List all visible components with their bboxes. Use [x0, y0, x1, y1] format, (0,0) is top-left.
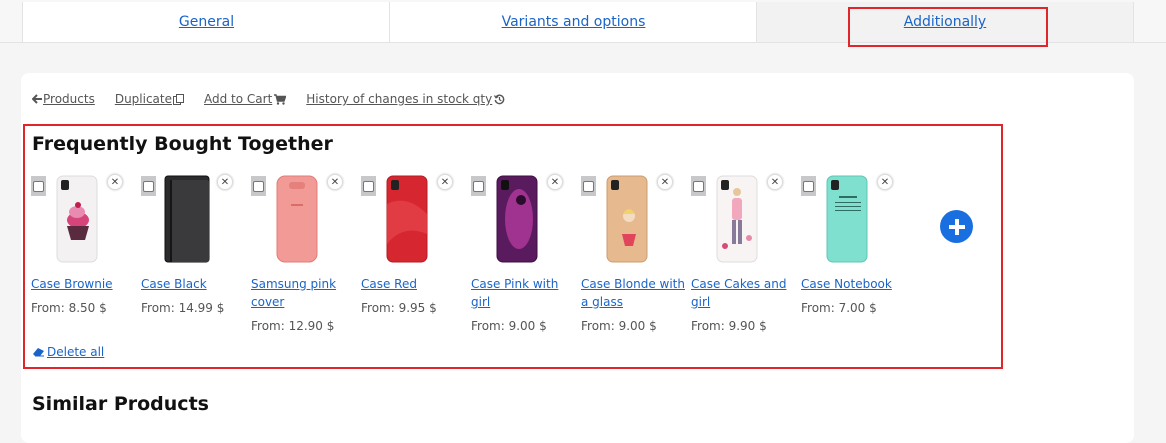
product-card: ✕ Case Brownie From: 8.50 $: [31, 170, 137, 335]
product-price: From: 9.00 $: [581, 319, 657, 333]
case-blonde-image[interactable]: [603, 174, 651, 264]
product-name-link[interactable]: Case Brownie: [31, 275, 137, 293]
add-to-cart-link[interactable]: Add to Cart: [204, 92, 287, 106]
remove-icon[interactable]: ✕: [547, 174, 563, 190]
duplicate-link-label: Duplicate: [114, 92, 172, 106]
select-checkbox[interactable]: [361, 176, 376, 196]
product-price: From: 9.90 $: [691, 319, 767, 333]
select-checkbox[interactable]: [31, 176, 46, 196]
remove-icon[interactable]: ✕: [877, 174, 893, 190]
product-price: From: 14.99 $: [141, 301, 225, 315]
case-cakes-girl-image[interactable]: [713, 174, 761, 264]
case-notebook-image[interactable]: [823, 174, 871, 264]
product-name-link[interactable]: Case Red: [361, 275, 467, 293]
product-name-link[interactable]: Case Notebook: [801, 275, 907, 293]
stock-history-label: History of changes in stock qty: [306, 92, 493, 106]
tab-variants-label: Variants and options: [501, 14, 646, 30]
select-checkbox[interactable]: [251, 176, 266, 196]
arrow-left-icon: [32, 94, 42, 104]
product-card: ✕ Samsung pink cover From: 12.90 $: [251, 170, 357, 335]
product-price: From: 9.95 $: [361, 301, 437, 315]
product-card: ✕ Case Black From: 14.99 $: [141, 170, 247, 335]
eraser-icon: [33, 348, 44, 357]
plus-icon: [948, 218, 965, 235]
product-card: ✕ Case Pink with girl From: 9.00 $: [471, 170, 577, 335]
select-checkbox[interactable]: [471, 176, 486, 196]
product-card: ✕ Case Blonde with a glass From: 9.00 $: [581, 170, 687, 335]
remove-icon[interactable]: ✕: [217, 174, 233, 190]
product-card: ✕ Case Red From: 9.95 $: [361, 170, 467, 335]
product-name-link[interactable]: Samsung pink cover: [251, 275, 357, 311]
stock-history-link[interactable]: History of changes in stock qty: [306, 92, 505, 106]
product-price: From: 7.00 $: [801, 301, 877, 315]
products-link[interactable]: Products: [32, 92, 95, 106]
product-price: From: 12.90 $: [251, 319, 335, 333]
tab-general-label: General: [178, 14, 235, 30]
tab-bar: General Variants and options Additionall…: [0, 0, 1166, 43]
select-checkbox[interactable]: [141, 176, 156, 196]
product-card: ✕ Case Notebook From: 7.00 $: [801, 170, 907, 335]
products-link-label: Products: [43, 92, 95, 106]
copy-icon: [173, 93, 184, 105]
product-price: From: 9.00 $: [471, 319, 547, 333]
add-product-button[interactable]: [940, 210, 973, 243]
samsung-pink-cover-image[interactable]: [273, 174, 321, 264]
frequently-bought-together-title: Frequently Bought Together: [32, 133, 333, 155]
remove-icon[interactable]: ✕: [107, 174, 123, 190]
remove-icon[interactable]: ✕: [767, 174, 783, 190]
select-checkbox[interactable]: [801, 176, 816, 196]
duplicate-link[interactable]: Duplicate: [115, 92, 184, 106]
select-checkbox[interactable]: [581, 176, 596, 196]
select-checkbox[interactable]: [691, 176, 706, 196]
case-brownie-image[interactable]: [53, 174, 101, 264]
history-icon: [494, 94, 505, 104]
product-name-link[interactable]: Case Cakes and girl: [691, 275, 797, 311]
product-toolbar: Products Duplicate Add to Cart History o…: [32, 90, 525, 108]
delete-all-label: Delete all: [47, 345, 105, 359]
add-to-cart-label: Add to Cart: [204, 92, 273, 106]
product-name-link[interactable]: Case Pink with girl: [471, 275, 577, 311]
case-pink-girl-image[interactable]: [493, 174, 541, 264]
remove-icon[interactable]: ✕: [657, 174, 673, 190]
product-name-link[interactable]: Case Black: [141, 275, 247, 293]
remove-icon[interactable]: ✕: [327, 174, 343, 190]
delete-all-link[interactable]: Delete all: [32, 345, 104, 359]
tab-additionally[interactable]: Additionally: [756, 2, 1134, 42]
tab-variants-and-options[interactable]: Variants and options: [389, 2, 757, 42]
cart-icon: [274, 93, 287, 105]
case-black-image[interactable]: [163, 174, 211, 264]
tab-additionally-label: Additionally: [903, 14, 987, 30]
product-card: ✕ Case Cakes and girl From: 9.90 $: [691, 170, 797, 335]
case-red-image[interactable]: [383, 174, 431, 264]
tab-general[interactable]: General: [22, 2, 390, 42]
similar-products-title: Similar Products: [32, 393, 209, 415]
product-name-link[interactable]: Case Blonde with a glass: [581, 275, 687, 311]
remove-icon[interactable]: ✕: [437, 174, 453, 190]
product-price: From: 8.50 $: [31, 301, 107, 315]
